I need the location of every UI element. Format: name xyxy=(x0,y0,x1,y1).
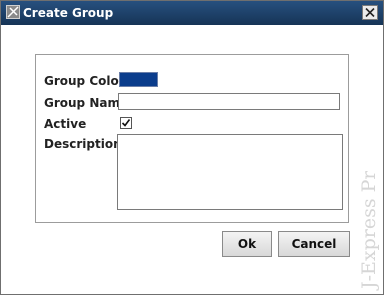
active-checkbox[interactable] xyxy=(120,117,132,129)
description-label: Description xyxy=(44,137,122,151)
group-color-swatch[interactable] xyxy=(119,72,158,87)
create-group-dialog: Create Group Group Color Group Name Acti… xyxy=(0,0,384,295)
group-name-input[interactable] xyxy=(118,93,340,110)
active-label: Active xyxy=(44,117,87,131)
close-icon xyxy=(365,8,375,17)
title-bar[interactable]: Create Group xyxy=(1,1,383,25)
checkmark-icon xyxy=(121,119,131,127)
cancel-button[interactable]: Cancel xyxy=(278,231,350,257)
group-color-label: Group Color xyxy=(44,74,125,88)
ok-button[interactable]: Ok xyxy=(222,231,272,257)
app-icon xyxy=(6,5,20,19)
window-title: Create Group xyxy=(23,6,114,20)
watermark-text: J-Express Pro xyxy=(358,171,380,291)
description-textarea[interactable] xyxy=(117,134,343,210)
group-name-label: Group Name xyxy=(44,96,129,110)
close-button[interactable] xyxy=(362,5,378,20)
watermark: J-Express Pro xyxy=(345,171,384,291)
